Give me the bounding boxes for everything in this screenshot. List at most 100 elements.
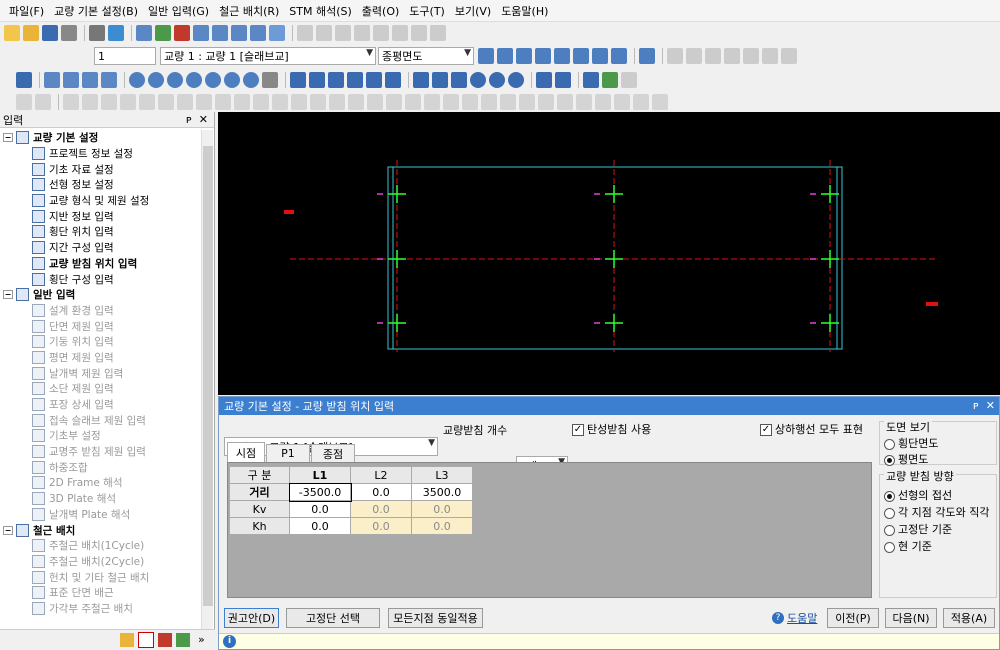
tool-h-icon[interactable] — [269, 25, 285, 41]
menu-help[interactable]: 도움말(H) — [496, 3, 553, 19]
zoom-prev-icon[interactable] — [224, 72, 240, 88]
cross-icon[interactable] — [451, 72, 467, 88]
tree-item[interactable]: 교량 형식 및 제원 설정 — [0, 193, 200, 209]
arc-icon[interactable] — [508, 72, 524, 88]
export-icon[interactable] — [602, 72, 618, 88]
show-all-lines-checkbox[interactable]: ✓ 상하행선 모두 표현 — [760, 421, 863, 437]
tree-group[interactable]: − 철근 배치 — [0, 522, 200, 538]
tool-f-icon[interactable] — [231, 25, 247, 41]
new-icon[interactable] — [4, 25, 20, 41]
elastic-bearing-checkbox[interactable]: ✓ 탄성받침 사용 — [572, 421, 651, 437]
menu-rebar[interactable]: 철근 배치(R) — [214, 3, 284, 19]
pan-icon[interactable] — [262, 72, 278, 88]
collapse-icon[interactable]: − — [3, 133, 13, 143]
tree-item[interactable]: 날개벽 제원 입력 — [0, 365, 200, 381]
tree-item[interactable]: 헌치 및 기타 철근 배치 — [0, 569, 200, 585]
line-icon[interactable] — [413, 72, 429, 88]
list-icon[interactable] — [583, 72, 599, 88]
circle2-icon[interactable] — [489, 72, 505, 88]
tree-item[interactable]: 기둥 위치 입력 — [0, 334, 200, 350]
check-icon[interactable] — [16, 72, 32, 88]
table-cell[interactable]: 0.0 — [350, 483, 412, 501]
tree-item[interactable]: 가각부 주철근 배치 — [0, 601, 200, 617]
menu-bridge-basic[interactable]: 교량 기본 설정(B) — [49, 3, 143, 19]
zoom-out-icon[interactable] — [205, 72, 221, 88]
tool-c-icon[interactable] — [174, 25, 190, 41]
close-icon[interactable]: ✕ — [199, 113, 208, 126]
table-cell[interactable]: 0.0 — [289, 517, 351, 535]
tool-g-icon[interactable] — [250, 25, 266, 41]
prev-button[interactable]: 이전(P) — [827, 608, 879, 628]
collapse-icon[interactable]: − — [3, 290, 13, 300]
next-button[interactable]: 다음(N) — [885, 608, 937, 628]
menu-file[interactable]: 파일(F) — [4, 3, 49, 19]
tree-item[interactable]: 3D Plate 해석 — [0, 491, 200, 507]
tree-item[interactable]: 소단 제원 입력 — [0, 381, 200, 397]
tree-item[interactable]: 날개벽 Plate 해석 — [0, 507, 200, 523]
drawing-canvas[interactable] — [218, 112, 1000, 395]
tree-item[interactable]: 횡단 위치 입력 — [0, 224, 200, 240]
tree-item[interactable]: 지간 구성 입력 — [0, 240, 200, 256]
tree-item[interactable]: 하중조합 — [0, 459, 200, 475]
erase-icon[interactable] — [385, 72, 401, 88]
menu-tools[interactable]: 도구(T) — [404, 3, 450, 19]
tree-item[interactable]: 포장 상세 입력 — [0, 397, 200, 413]
radio-fixed-end[interactable]: 고정단 기준 — [884, 521, 952, 537]
radio-chord[interactable]: 현 기준 — [884, 538, 932, 554]
forward-icon[interactable] — [573, 48, 589, 64]
first-icon[interactable] — [497, 48, 513, 64]
tool-b-icon[interactable] — [155, 25, 171, 41]
tree-item[interactable]: 횡단 구성 입력 — [0, 271, 200, 287]
tree-item[interactable]: 단면 제원 입력 — [0, 318, 200, 334]
apply-all-button[interactable]: 모든지점 동일적용 — [388, 608, 483, 628]
window-icon[interactable] — [639, 48, 655, 64]
apply-button[interactable]: 적용(A) — [943, 608, 995, 628]
tree-item[interactable]: 주철근 배치(1Cycle) — [0, 538, 200, 554]
table-cell[interactable]: -3500.0 — [288, 482, 352, 502]
print-icon[interactable] — [89, 25, 105, 41]
layer-icon[interactable] — [290, 72, 306, 88]
recommend-button[interactable]: 권고안(D) — [224, 608, 279, 628]
radio-tangent[interactable]: 선형의 접선 — [884, 487, 952, 503]
radio-plan-view[interactable]: 평면도 — [884, 451, 928, 467]
zoom-ext-icon[interactable] — [243, 72, 259, 88]
home-icon[interactable] — [554, 48, 570, 64]
dim2-icon[interactable] — [555, 72, 571, 88]
dialog-icon[interactable] — [63, 72, 79, 88]
back-icon[interactable] — [535, 48, 551, 64]
menu-view[interactable]: 보기(V) — [450, 3, 496, 19]
zoom-in-icon[interactable] — [186, 72, 202, 88]
tree-item[interactable]: 주철근 배치(2Cycle) — [0, 554, 200, 570]
tree-scrollbar[interactable] — [201, 130, 213, 630]
scrollbar-thumb[interactable] — [203, 146, 213, 606]
radio-perpendicular[interactable]: 각 지점 각도와 직각 — [884, 504, 989, 520]
zoom-all-icon[interactable] — [167, 72, 183, 88]
polyline-icon[interactable] — [432, 72, 448, 88]
menu-stm[interactable]: STM 해석(S) — [284, 3, 357, 19]
tab-start[interactable]: 시점 — [227, 442, 265, 462]
menu-output[interactable]: 출력(O) — [357, 3, 404, 19]
tree-item[interactable]: 평면 제원 입력 — [0, 350, 200, 366]
preview-icon[interactable] — [108, 25, 124, 41]
close-icon[interactable]: ✕ — [986, 399, 995, 412]
cut-icon[interactable] — [61, 25, 77, 41]
fixed-end-select-button[interactable]: 고정단 선택 — [286, 608, 380, 628]
table-cell[interactable]: 3500.0 — [411, 483, 473, 501]
radio-cross-section[interactable]: 횡단면도 — [884, 435, 938, 451]
help-link[interactable]: ? 도움말 — [772, 610, 817, 626]
tree-item[interactable]: 설계 환경 입력 — [0, 303, 200, 319]
tool-d-icon[interactable] — [193, 25, 209, 41]
text-icon[interactable] — [328, 72, 344, 88]
tree-item[interactable]: 2D Frame 해석 — [0, 475, 200, 491]
tree-item[interactable]: 프로젝트 정보 설정 — [0, 146, 200, 162]
open-icon[interactable] — [23, 25, 39, 41]
edit-icon[interactable] — [366, 72, 382, 88]
dim-icon[interactable] — [536, 72, 552, 88]
tree-item[interactable]: 기초부 설정 — [0, 428, 200, 444]
dialog-icon[interactable] — [82, 72, 98, 88]
save-icon[interactable] — [42, 25, 58, 41]
more-icon[interactable]: » — [198, 633, 205, 646]
tree-item[interactable]: 표준 단면 배근 — [0, 585, 200, 601]
dialog-icon[interactable] — [101, 72, 117, 88]
grid-icon[interactable] — [478, 48, 494, 64]
